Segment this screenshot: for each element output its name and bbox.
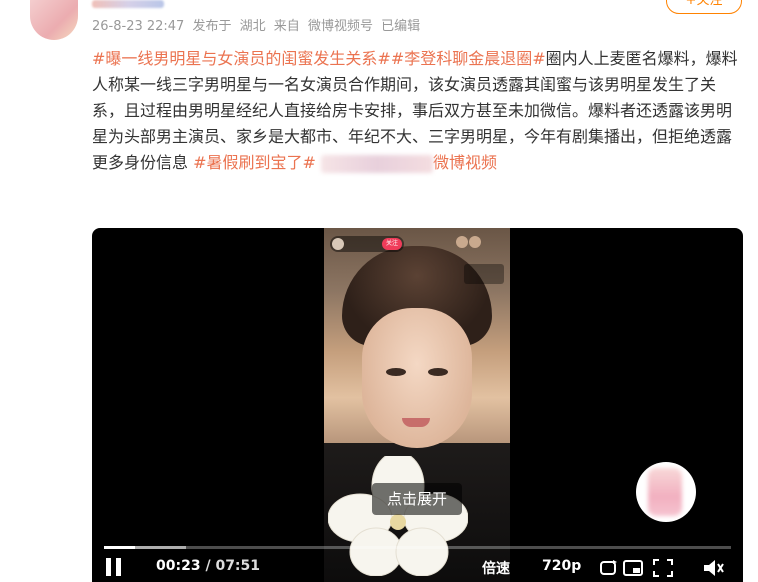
avatar[interactable] xyxy=(30,0,78,40)
edited-badge[interactable]: 已编辑 xyxy=(381,19,420,34)
sticker-image-blurred xyxy=(648,468,682,516)
face-shape xyxy=(362,308,472,448)
progress-bar[interactable] xyxy=(104,546,731,549)
viewer-avatar xyxy=(469,236,481,248)
username-blurred xyxy=(92,0,164,8)
viewer-avatar xyxy=(456,236,468,248)
topic-link-3[interactable]: #暑假刷到宝了# xyxy=(193,153,316,172)
current-time: 00:23 xyxy=(156,558,201,574)
viewer-avatars xyxy=(456,236,504,252)
post-timestamp[interactable]: 26-8-23 22:47 xyxy=(92,19,184,34)
host-avatar xyxy=(332,238,344,250)
pause-icon[interactable] xyxy=(106,558,122,576)
picture-in-picture-icon[interactable] xyxy=(622,558,644,578)
loop-icon[interactable] xyxy=(598,558,620,578)
video-player[interactable]: 关注 点击展开 00:23 / 07:51 倍速 720p xyxy=(92,228,743,582)
playback-rate-button[interactable]: 倍速 xyxy=(482,558,510,578)
source-label: 来自 xyxy=(273,19,300,34)
post-location: 湖北 xyxy=(239,19,266,34)
left-eye-shape xyxy=(386,368,406,376)
volume-icon[interactable] xyxy=(702,558,724,578)
time-display: 00:23 / 07:51 xyxy=(156,558,260,574)
expand-button[interactable]: 点击展开 xyxy=(372,483,462,515)
blurred-link xyxy=(321,154,434,173)
post-meta: 26-8-23 22:47 发布于 湖北 来自 微博视频号 已编辑 xyxy=(92,15,424,34)
progress-played xyxy=(104,546,135,549)
floating-sticker[interactable] xyxy=(636,462,696,522)
posted-in-label: 发布于 xyxy=(192,19,232,34)
video-source-link[interactable]: 微博视频 xyxy=(433,153,497,172)
topic-link-1[interactable]: #曝一线男明星与女演员的闺蜜发生关系# xyxy=(92,49,391,68)
video-frame: 关注 xyxy=(324,228,510,582)
topic-link-2[interactable]: #李登科聊金晨退圈# xyxy=(391,49,546,68)
mouth-shape xyxy=(402,418,430,427)
right-eye-shape xyxy=(428,368,448,376)
fullscreen-icon[interactable] xyxy=(652,558,674,578)
duration: 07:51 xyxy=(215,558,261,574)
follow-button[interactable]: +关注 xyxy=(666,0,742,14)
time-separator: / xyxy=(205,558,211,574)
stream-info-box xyxy=(464,264,504,284)
post-source[interactable]: 微博视频号 xyxy=(308,19,373,34)
stream-host-badge[interactable]: 关注 xyxy=(330,236,404,252)
player-controls: 00:23 / 07:51 倍速 720p xyxy=(92,554,743,582)
weibo-post-card: +关注 26-8-23 22:47 发布于 湖北 来自 微博视频号 已编辑 #曝… xyxy=(0,0,758,582)
post-text: #曝一线男明星与女演员的闺蜜发生关系##李登科聊金晨退圈#圈内人上麦匿名爆料，爆… xyxy=(92,46,744,176)
stream-follow-tag[interactable]: 关注 xyxy=(382,238,402,250)
quality-button[interactable]: 720p xyxy=(542,558,581,574)
